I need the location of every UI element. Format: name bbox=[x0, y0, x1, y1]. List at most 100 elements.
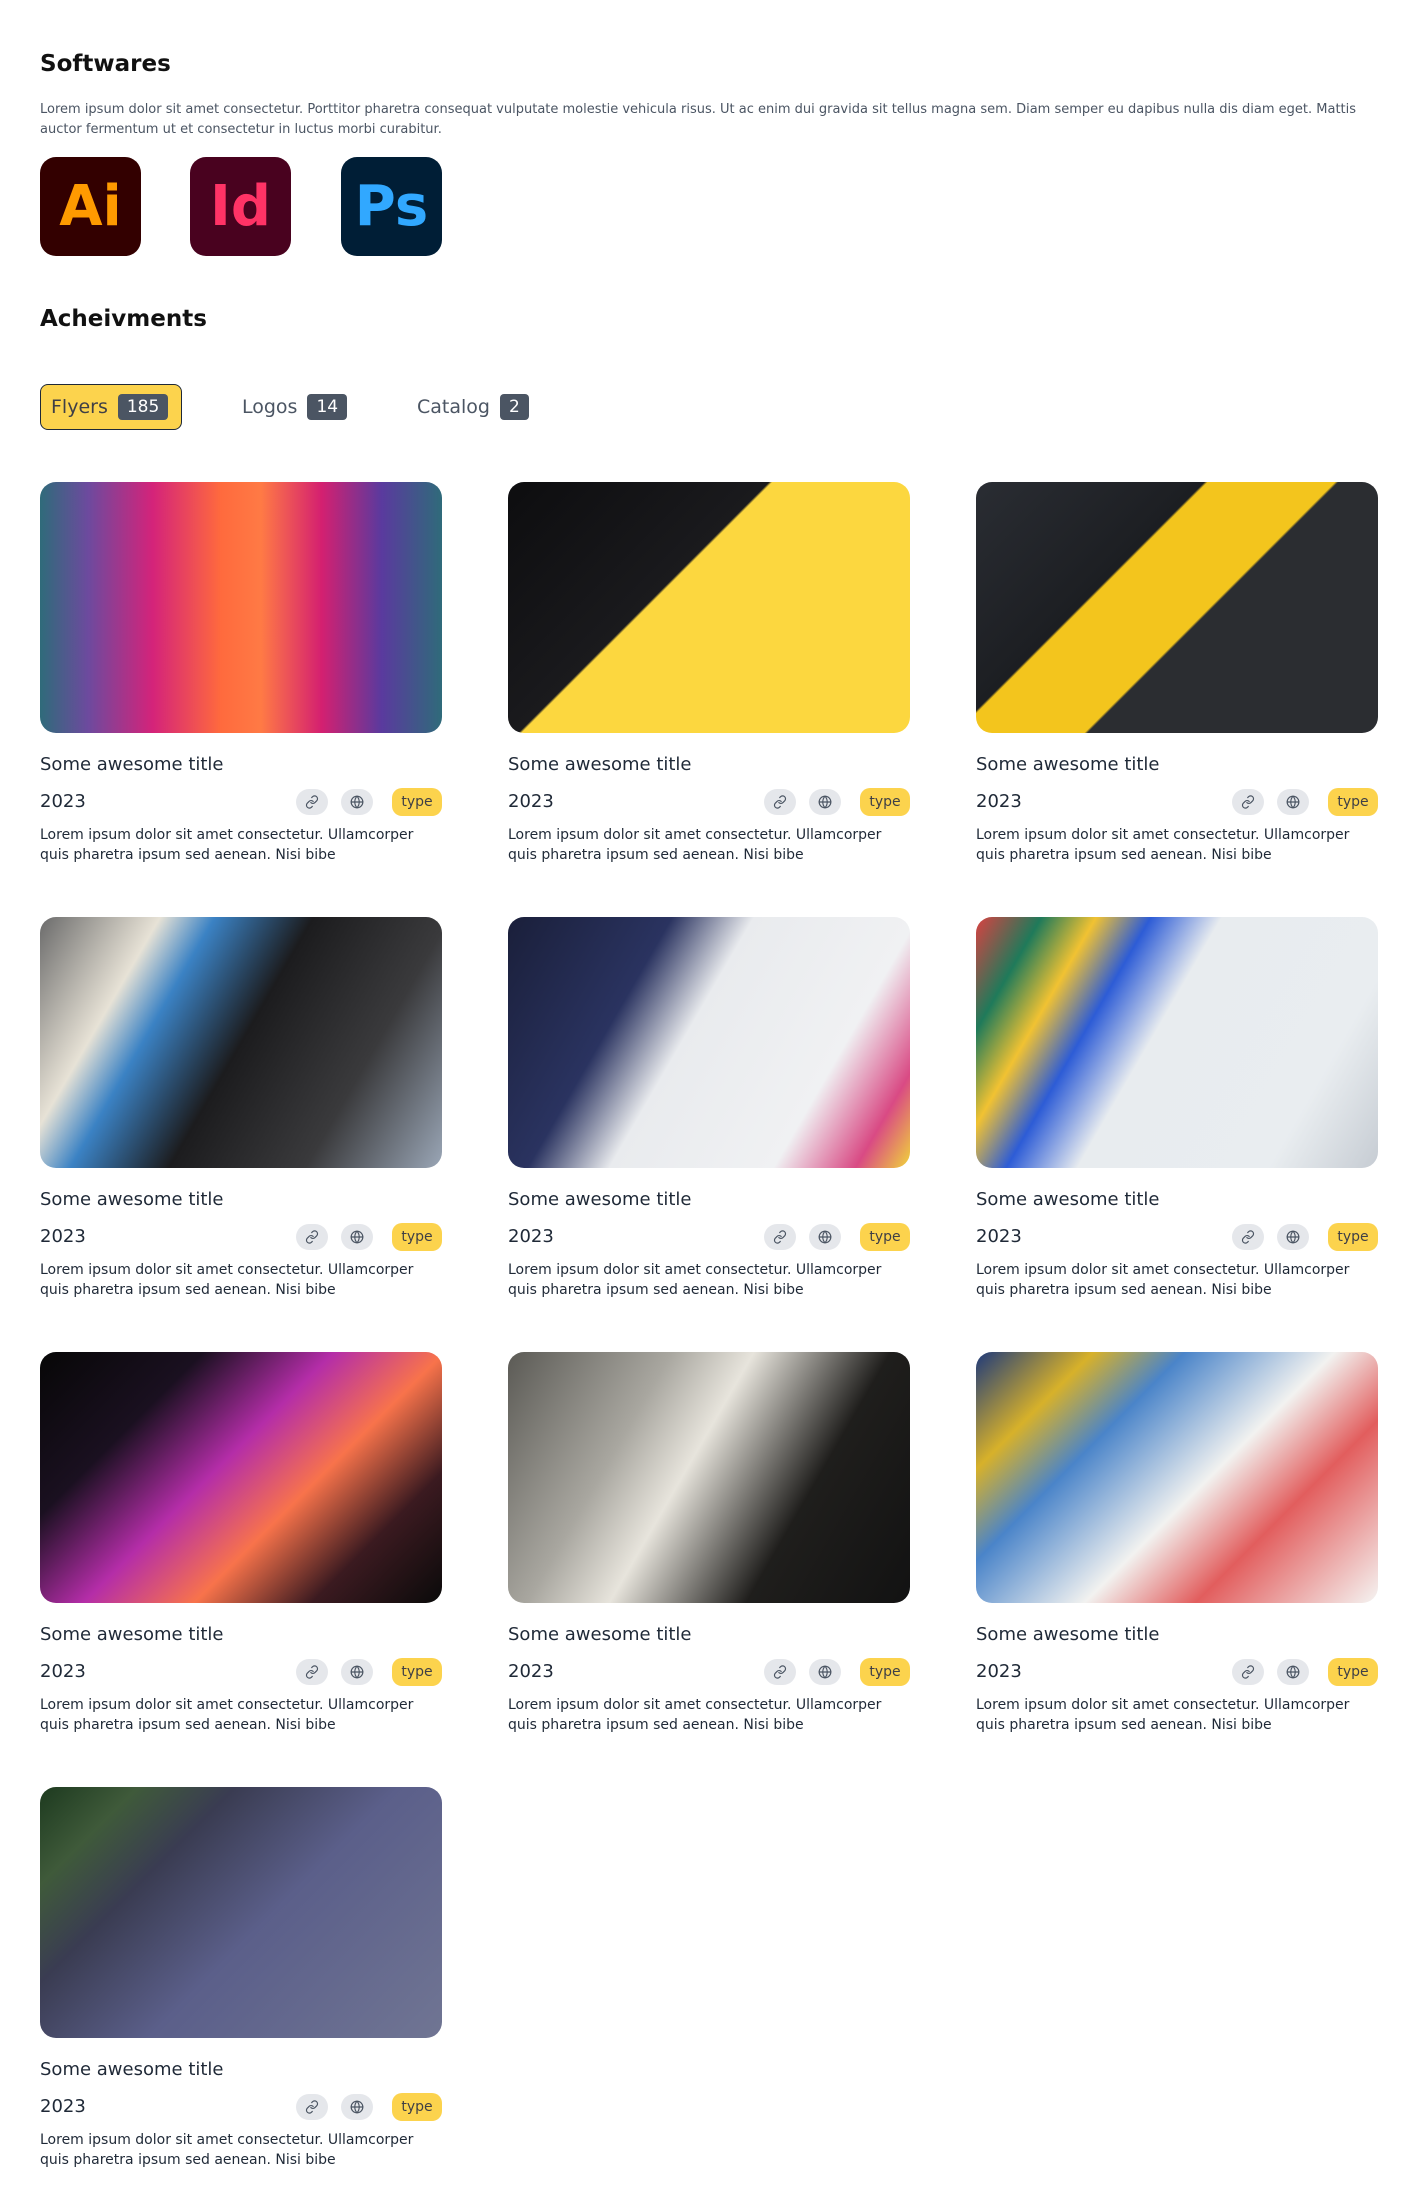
website-button[interactable] bbox=[809, 1224, 841, 1250]
drawing-tablet-photo bbox=[508, 917, 910, 1168]
website-button[interactable] bbox=[809, 789, 841, 815]
tab-catalog[interactable]: Catalog 2 bbox=[407, 384, 539, 430]
project-card[interactable]: Some awesome title 2023 type Lorem ipsum… bbox=[508, 1352, 910, 1733]
project-description: Lorem ipsum dolor sit amet consectetur. … bbox=[40, 2132, 414, 2168]
tab-flyers[interactable]: Flyers 185 bbox=[40, 384, 182, 430]
tab-label: Flyers bbox=[51, 396, 108, 418]
tab-count-badge: 185 bbox=[117, 394, 169, 420]
link-icon bbox=[305, 2100, 319, 2114]
website-button[interactable] bbox=[1277, 789, 1309, 815]
link-button[interactable] bbox=[764, 789, 796, 815]
globe-icon bbox=[818, 1230, 832, 1244]
globe-icon bbox=[818, 1665, 832, 1679]
adobe-illustrator-icon: Ai bbox=[40, 157, 141, 256]
tab-count-badge: 2 bbox=[499, 394, 529, 420]
link-icon bbox=[1241, 1230, 1255, 1244]
project-card[interactable]: Some awesome title 2023 type Lorem ipsum… bbox=[508, 482, 910, 863]
website-button[interactable] bbox=[341, 789, 373, 815]
project-title: Some awesome title bbox=[40, 1624, 224, 1645]
link-button[interactable] bbox=[764, 1659, 796, 1685]
project-year: 2023 bbox=[508, 1661, 554, 1682]
type-badge: type bbox=[392, 1223, 442, 1251]
project-title: Some awesome title bbox=[976, 1189, 1160, 1210]
project-description: Lorem ipsum dolor sit amet consectetur. … bbox=[40, 1697, 414, 1733]
adobe-apps-tablet-photo bbox=[40, 1787, 442, 2038]
sketching-tablet-mug-photo bbox=[508, 1352, 910, 1603]
link-button[interactable] bbox=[764, 1224, 796, 1250]
project-description: Lorem ipsum dolor sit amet consectetur. … bbox=[976, 1262, 1350, 1298]
link-icon bbox=[773, 1230, 787, 1244]
project-title: Some awesome title bbox=[40, 1189, 224, 1210]
project-title: Some awesome title bbox=[976, 1624, 1160, 1645]
type-badge: type bbox=[1328, 788, 1378, 816]
project-title: Some awesome title bbox=[508, 1189, 692, 1210]
project-year: 2023 bbox=[976, 1661, 1022, 1682]
tab-logos[interactable]: Logos 14 bbox=[232, 384, 357, 430]
type-badge: type bbox=[860, 1223, 910, 1251]
adobe-indesign-icon: Id bbox=[190, 157, 291, 256]
project-card[interactable]: Some awesome title 2023 type Lorem ipsum… bbox=[508, 917, 910, 1298]
link-button[interactable] bbox=[1232, 789, 1264, 815]
link-icon bbox=[305, 1230, 319, 1244]
project-description: Lorem ipsum dolor sit amet consectetur. … bbox=[976, 1697, 1350, 1733]
link-icon bbox=[773, 1665, 787, 1679]
project-title: Some awesome title bbox=[508, 754, 692, 775]
type-badge: type bbox=[392, 2093, 442, 2121]
globe-icon bbox=[1286, 1230, 1300, 1244]
type-badge: type bbox=[1328, 1223, 1378, 1251]
website-button[interactable] bbox=[1277, 1224, 1309, 1250]
project-year: 2023 bbox=[508, 791, 554, 812]
link-icon bbox=[1241, 1665, 1255, 1679]
link-button[interactable] bbox=[296, 789, 328, 815]
project-card[interactable]: Some awesome title 2023 type Lorem ipsum… bbox=[976, 482, 1378, 863]
project-card[interactable]: Some awesome title 2023 type Lorem ipsum… bbox=[40, 1787, 442, 2168]
link-icon bbox=[305, 795, 319, 809]
backlit-keyboard-photo bbox=[40, 1352, 442, 1603]
project-description: Lorem ipsum dolor sit amet consectetur. … bbox=[40, 1262, 414, 1298]
project-card[interactable]: Some awesome title 2023 type Lorem ipsum… bbox=[976, 1352, 1378, 1733]
link-icon bbox=[773, 795, 787, 809]
link-icon bbox=[305, 1665, 319, 1679]
link-button[interactable] bbox=[296, 1659, 328, 1685]
website-button[interactable] bbox=[341, 1659, 373, 1685]
link-button[interactable] bbox=[296, 2094, 328, 2120]
type-badge: type bbox=[860, 1658, 910, 1686]
laptop-desk-lamp-photo bbox=[40, 917, 442, 1168]
project-description: Lorem ipsum dolor sit amet consectetur. … bbox=[40, 827, 414, 863]
project-card[interactable]: Some awesome title 2023 type Lorem ipsum… bbox=[40, 917, 442, 1298]
project-title: Some awesome title bbox=[40, 754, 224, 775]
type-badge: type bbox=[860, 788, 910, 816]
link-button[interactable] bbox=[1232, 1224, 1264, 1250]
project-title: Some awesome title bbox=[508, 1624, 692, 1645]
globe-icon bbox=[1286, 795, 1300, 809]
project-title: Some awesome title bbox=[976, 754, 1160, 775]
link-button[interactable] bbox=[1232, 1659, 1264, 1685]
website-button[interactable] bbox=[1277, 1659, 1309, 1685]
link-icon bbox=[1241, 795, 1255, 809]
macbook-colorful-wall-photo bbox=[976, 917, 1378, 1168]
softwares-heading: Softwares bbox=[40, 51, 171, 77]
website-button[interactable] bbox=[341, 2094, 373, 2120]
project-title: Some awesome title bbox=[40, 2059, 224, 2080]
type-badge: type bbox=[392, 788, 442, 816]
project-card[interactable]: Some awesome title 2023 type Lorem ipsum… bbox=[40, 1352, 442, 1733]
globe-icon bbox=[350, 1665, 364, 1679]
project-description: Lorem ipsum dolor sit amet consectetur. … bbox=[508, 827, 882, 863]
tab-label: Catalog bbox=[417, 396, 490, 418]
tab-count-badge: 14 bbox=[307, 394, 348, 420]
project-year: 2023 bbox=[508, 1226, 554, 1247]
project-card[interactable]: Some awesome title 2023 type Lorem ipsum… bbox=[976, 917, 1378, 1298]
softwares-description: Lorem ipsum dolor sit amet consectetur. … bbox=[40, 102, 1357, 137]
globe-icon bbox=[350, 1230, 364, 1244]
project-description: Lorem ipsum dolor sit amet consectetur. … bbox=[508, 1697, 882, 1733]
website-button[interactable] bbox=[341, 1224, 373, 1250]
link-button[interactable] bbox=[296, 1224, 328, 1250]
adobe-photoshop-icon: Ps bbox=[341, 157, 442, 256]
project-year: 2023 bbox=[976, 1226, 1022, 1247]
project-card[interactable]: Some awesome title 2023 type Lorem ipsum… bbox=[40, 482, 442, 863]
camera-phone-desk-photo bbox=[976, 482, 1378, 733]
type-badge: type bbox=[1328, 1658, 1378, 1686]
website-button[interactable] bbox=[809, 1659, 841, 1685]
project-year: 2023 bbox=[40, 1661, 86, 1682]
color-swatches-photo bbox=[976, 1352, 1378, 1603]
